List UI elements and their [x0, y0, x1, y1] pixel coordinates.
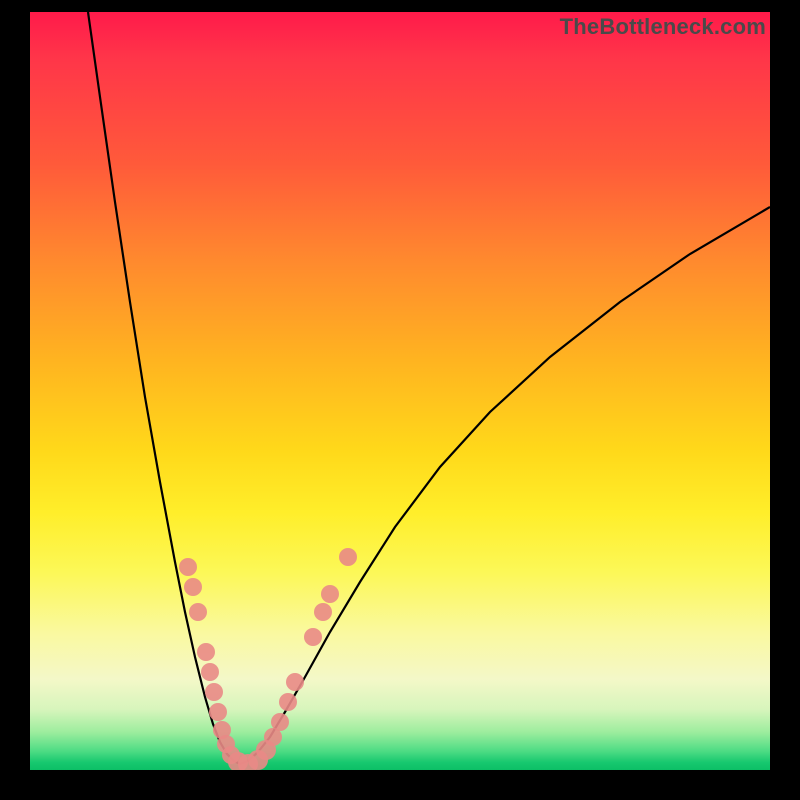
data-marker	[279, 693, 297, 711]
left-curve	[88, 12, 240, 764]
data-marker	[339, 548, 357, 566]
right-curve	[240, 207, 770, 764]
data-marker	[197, 643, 215, 661]
data-marker	[179, 558, 197, 576]
data-marker	[205, 683, 223, 701]
curve-group	[88, 12, 770, 764]
data-marker	[304, 628, 322, 646]
data-marker	[271, 713, 289, 731]
markers-group	[179, 548, 357, 770]
data-marker	[209, 703, 227, 721]
data-marker	[314, 603, 332, 621]
data-marker	[184, 578, 202, 596]
data-marker	[201, 663, 219, 681]
data-marker	[321, 585, 339, 603]
watermark-text: TheBottleneck.com	[560, 14, 766, 40]
data-marker	[286, 673, 304, 691]
data-marker	[189, 603, 207, 621]
chart-plot-area	[30, 12, 770, 770]
chart-svg	[30, 12, 770, 770]
